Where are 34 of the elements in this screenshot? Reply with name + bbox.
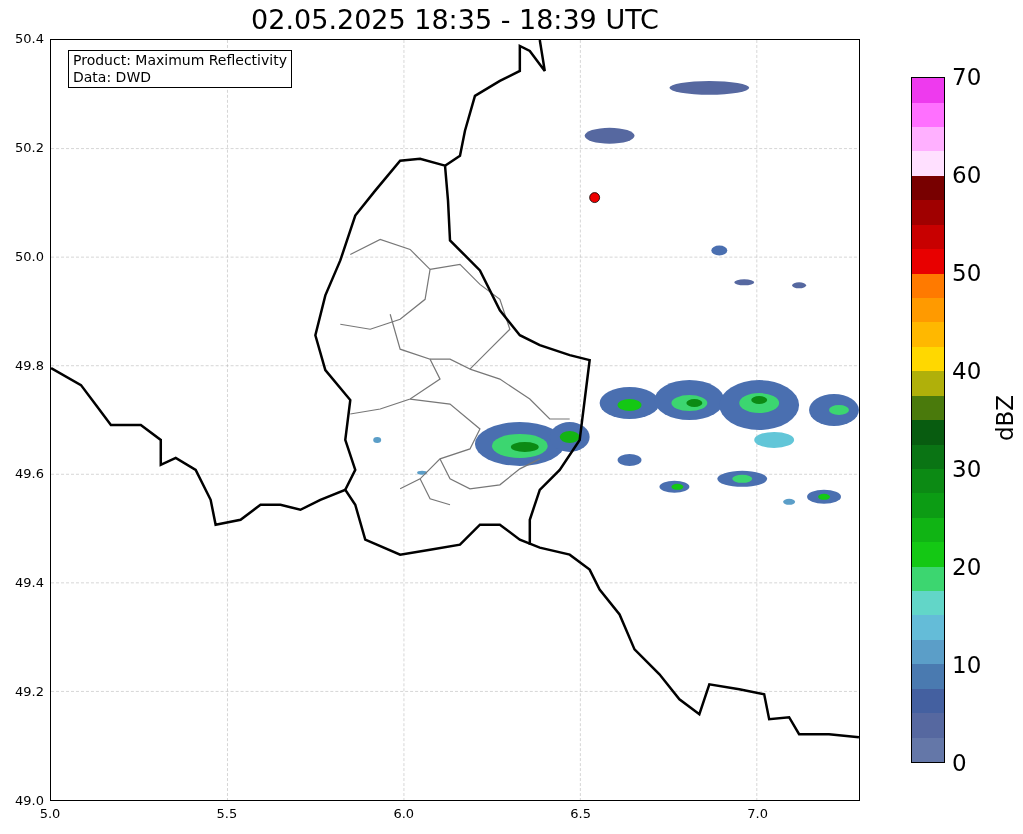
radar-echo — [417, 470, 428, 475]
radar-echo — [783, 498, 796, 505]
radar-echo — [617, 453, 642, 466]
y-tick-label: 49.6 — [14, 466, 44, 483]
radar-echo — [711, 245, 728, 256]
x-tick-label: 7.0 — [746, 806, 769, 822]
y-tick-label: 50.0 — [14, 248, 44, 265]
y-tick-label: 49.2 — [14, 684, 44, 701]
radar-echo — [734, 279, 755, 286]
chart-title: 02.05.2025 18:35 - 18:39 UTC — [250, 3, 660, 37]
y-tick-label: 50.4 — [14, 31, 44, 47]
legend-text: Product: Maximum Reflectivity — [73, 52, 287, 69]
legend-text: Data: DWD — [73, 69, 152, 86]
colorbar-tick-label: 0 — [952, 750, 967, 776]
colorbar-tick-label: 60 — [952, 162, 982, 188]
colorbar-tick-label: 10 — [952, 652, 982, 678]
y-tick-label: 50.2 — [14, 139, 44, 156]
colorbar-tick-label: 30 — [952, 456, 982, 482]
y-tick-label: 49.0 — [14, 793, 44, 809]
colorbar-label: dBZ — [992, 393, 1018, 444]
radar-echo — [584, 127, 635, 144]
radar-echo — [373, 436, 382, 443]
location-marker — [589, 192, 600, 203]
x-tick-label: 5.0 — [38, 806, 62, 822]
colorbar-tick-label: 70 — [952, 64, 982, 90]
colorbar-tick-label: 20 — [952, 554, 982, 580]
x-tick-label: 6.5 — [569, 806, 593, 822]
y-tick-label: 49.8 — [14, 357, 44, 374]
y-tick-label: 49.4 — [14, 575, 44, 592]
radar-echo — [792, 282, 807, 289]
colorbar-tick-label: 40 — [952, 358, 982, 384]
x-tick-label: 6.0 — [392, 806, 416, 822]
colorbar-tick-label: 50 — [952, 260, 982, 286]
x-tick-label: 5.5 — [215, 806, 239, 822]
